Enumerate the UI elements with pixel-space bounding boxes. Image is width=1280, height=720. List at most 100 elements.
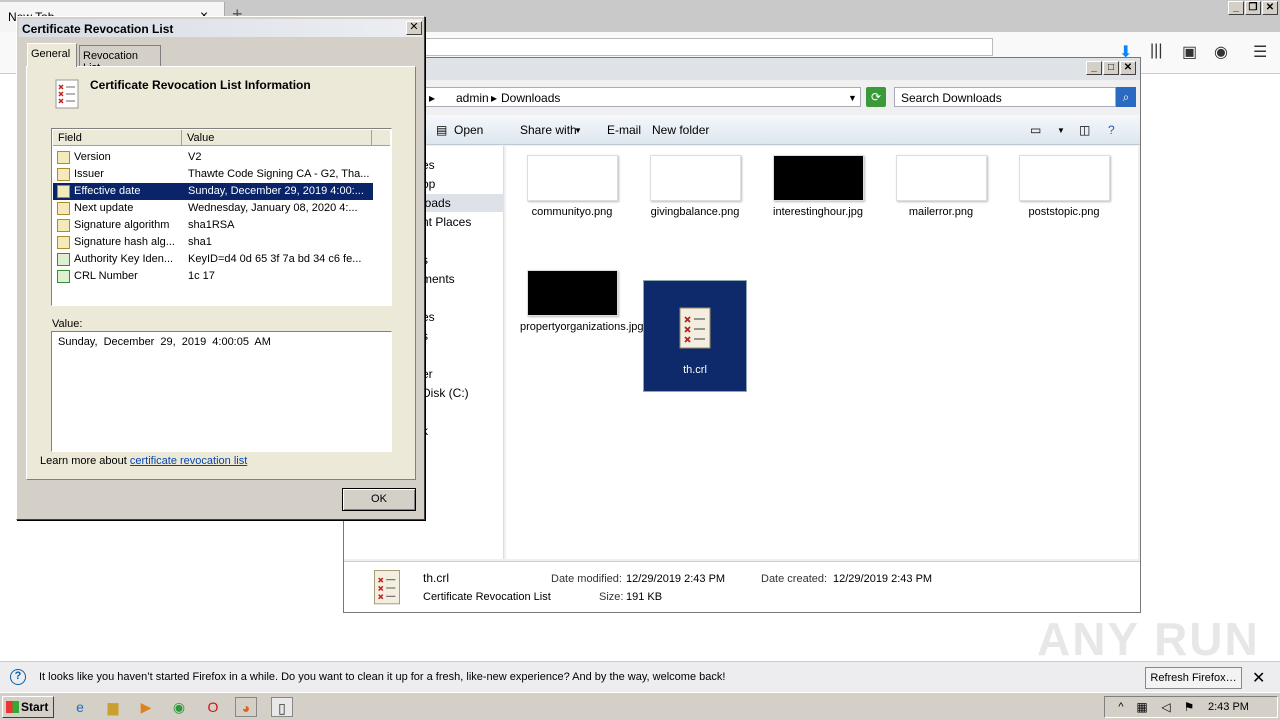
field-row[interactable]: CRL Number 1c 17	[53, 268, 373, 285]
preview-pane-icon[interactable]: ◫	[1079, 123, 1090, 137]
field-value: 1c 17	[188, 270, 215, 282]
field-value: Wednesday, January 08, 2020 4:...	[188, 202, 358, 214]
nav-item-local-disk[interactable]: Disk (C:)	[422, 386, 469, 400]
new-folder-button[interactable]: New folder	[652, 123, 709, 137]
search-input[interactable]: Search Downloads	[894, 87, 1116, 107]
cert-field-icon	[57, 236, 70, 249]
flag-icon[interactable]: ⚑	[1178, 697, 1200, 717]
file-name: communityo.png	[531, 206, 613, 218]
open-button[interactable]: Open	[454, 123, 483, 137]
cert-field-icon	[57, 168, 70, 181]
refresh-firefox-button[interactable]: Refresh Firefox…	[1145, 667, 1242, 689]
url-bar[interactable]	[420, 38, 993, 56]
file-item[interactable]: communityo.png	[520, 155, 624, 219]
column-header-value[interactable]: Value	[182, 130, 372, 146]
library-icon[interactable]: |||	[1150, 42, 1162, 60]
explorer-close-button[interactable]: ✕	[1120, 61, 1136, 75]
email-button[interactable]: E-mail	[607, 123, 641, 137]
field-row[interactable]: Next update Wednesday, January 08, 2020 4…	[53, 200, 373, 217]
cert-field-icon	[57, 219, 70, 232]
menu-icon[interactable]: ☰	[1253, 42, 1267, 62]
breadcrumb-admin[interactable]: admin	[456, 91, 489, 105]
extension-icon	[57, 253, 70, 266]
chevron-down-icon[interactable]: ▼	[848, 93, 857, 103]
volume-icon[interactable]: ◁	[1155, 697, 1177, 717]
file-name: mailerror.png	[908, 206, 974, 218]
start-label: Start	[21, 700, 49, 714]
field-name: Signature algorithm	[74, 219, 170, 231]
folder-icon: ▸	[429, 91, 436, 105]
detail-size-label: Size:	[599, 591, 624, 603]
taskbar: Start e ▆ ▶ ◉ O ◕ ▯ ^ ▦ ◁ ⚑ 2:43 PM	[0, 692, 1280, 720]
media-player-icon[interactable]: ▶	[135, 697, 157, 717]
nav-item[interactable]: ments	[422, 272, 455, 286]
start-button[interactable]: Start	[2, 696, 54, 718]
field-row[interactable]: Effective date Sunday, December 29, 2019 …	[53, 183, 373, 200]
file-item[interactable]: givingbalance.png	[643, 155, 747, 219]
field-name: Authority Key Iden...	[74, 253, 174, 265]
explorer-icon[interactable]: ▆	[102, 697, 124, 717]
tab-revocation-list[interactable]: Revocation List	[79, 45, 161, 74]
detail-modified-value: 12/29/2019 2:43 PM	[626, 573, 726, 585]
notification-text: It looks like you haven’t started Firefo…	[39, 671, 726, 683]
crl-dialog: Certificate Revocation List ✕ General Re…	[16, 16, 425, 520]
firefox-icon[interactable]: ◕	[235, 697, 257, 717]
field-row[interactable]: Signature algorithm sha1RSA	[53, 217, 373, 234]
view-icon[interactable]: ▭	[1030, 123, 1041, 137]
network-icon[interactable]: ▦	[1131, 697, 1153, 717]
close-window-button[interactable]: ✕	[1262, 1, 1278, 15]
breadcrumb-downloads[interactable]: Downloads	[501, 91, 560, 105]
open-icon: ▤	[436, 123, 448, 137]
learn-more-link[interactable]: certificate revocation list	[130, 455, 247, 467]
restore-button[interactable]: ❐	[1245, 1, 1261, 15]
detail-created-value: 12/29/2019 2:43 PM	[833, 573, 933, 585]
column-header-field[interactable]: Field	[53, 130, 182, 146]
chrome-icon[interactable]: ◉	[168, 697, 190, 717]
field-row[interactable]: Issuer Thawte Code Signing CA - G2, Tha..…	[53, 166, 373, 183]
file-item[interactable]: poststopic.png	[1012, 155, 1116, 219]
tab-general[interactable]: General	[27, 43, 77, 67]
refresh-icon[interactable]: ⟳	[866, 87, 886, 107]
minimize-button[interactable]: _	[1228, 1, 1244, 15]
value-textbox[interactable]: Sunday, December 29, 2019 4:00:05 AM	[51, 331, 392, 452]
account-icon[interactable]: ◉	[1214, 42, 1228, 62]
address-bar[interactable]: ▸ admin ▸ Downloads ▼	[424, 87, 861, 107]
file-item[interactable]: propertyorganizations.jpg	[520, 270, 644, 334]
field-name: Signature hash alg...	[74, 236, 175, 248]
explorer-maximize-button[interactable]: □	[1103, 61, 1119, 75]
nav-item[interactable]: nt Places	[422, 215, 471, 229]
close-icon[interactable]: ✕	[1252, 668, 1265, 688]
detail-modified-label: Date modified:	[551, 573, 622, 585]
field-name: Issuer	[74, 168, 104, 180]
system-tray: ^ ▦ ◁ ⚑	[1104, 696, 1278, 718]
file-item[interactable]: mailerror.png	[889, 155, 993, 219]
extension-icon	[57, 270, 70, 283]
file-item[interactable]: interestinghour.jpg	[766, 155, 870, 219]
explorer-minimize-button[interactable]: _	[1086, 61, 1102, 75]
search-icon[interactable]: ⌕	[1116, 87, 1136, 107]
file-item-selected[interactable]: th.crl	[643, 280, 747, 392]
internet-explorer-icon[interactable]: e	[69, 697, 91, 717]
dialog-close-button[interactable]: ✕	[406, 21, 422, 35]
field-value: Thawte Code Signing CA - G2, Tha...	[188, 168, 370, 180]
ok-button[interactable]: OK	[342, 488, 416, 511]
windows-logo-icon	[6, 701, 19, 713]
field-row[interactable]: Version V2	[53, 149, 373, 166]
help-icon[interactable]: ?	[1108, 123, 1115, 137]
field-value: V2	[188, 151, 202, 163]
image-thumbnail	[649, 155, 741, 201]
share-with-button[interactable]: Share with	[520, 123, 577, 137]
sidebar-icon[interactable]: ▣	[1182, 42, 1197, 62]
field-list[interactable]: Field Value Version V2 Issuer Thawte Code S…	[51, 128, 392, 306]
command-bar: ▤ Open Share with ▼ E-mail New folder ▭ …	[344, 115, 1140, 145]
detail-file-name: th.crl	[423, 571, 450, 585]
opera-icon[interactable]: O	[202, 697, 224, 717]
file-list: communityo.png givingbalance.png interes…	[506, 146, 1138, 559]
field-row[interactable]: Signature hash alg... sha1	[53, 234, 373, 251]
file-name: propertyorganizations.jpg	[520, 321, 644, 333]
dialog-titlebar: Certificate Revocation List ✕	[19, 19, 422, 37]
field-row[interactable]: Authority Key Iden... KeyID=d4 0d 65 3f 7…	[53, 251, 373, 268]
document-icon[interactable]: ▯	[271, 697, 293, 717]
chevron-down-icon[interactable]: ▼	[1057, 126, 1065, 135]
chevron-up-icon[interactable]: ^	[1110, 697, 1132, 717]
